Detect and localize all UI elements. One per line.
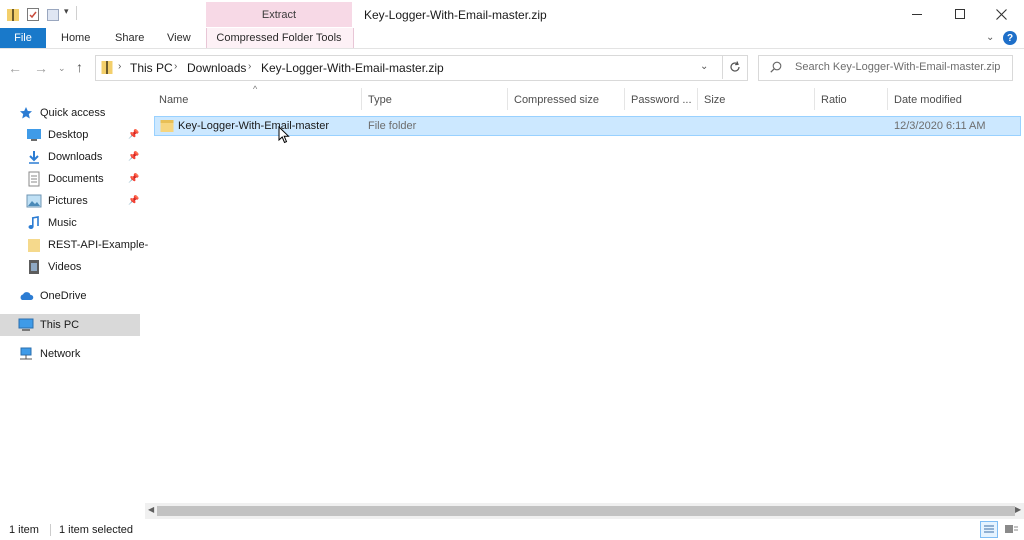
sidebar-item-label: Videos (48, 261, 82, 273)
scroll-left-icon[interactable]: ◀ (148, 505, 154, 514)
column-header-size[interactable]: Size (704, 94, 725, 106)
pin-icon[interactable]: 📌 (128, 151, 139, 162)
properties-icon[interactable] (26, 6, 40, 22)
column-divider[interactable] (814, 88, 815, 110)
sidebar-item-label: Documents (48, 173, 104, 185)
status-bar (0, 520, 1024, 540)
column-header-ratio[interactable]: Ratio (821, 94, 847, 106)
column-divider[interactable] (507, 88, 508, 110)
star-icon (18, 105, 34, 121)
sidebar-item-label: OneDrive (40, 290, 87, 302)
sidebar-item-documents[interactable]: Documents (26, 169, 104, 189)
status-divider (50, 524, 51, 536)
sidebar-item-label: REST-API-Example- (48, 239, 149, 251)
search-icon (770, 61, 782, 73)
computer-icon (18, 317, 34, 333)
new-folder-icon[interactable] (46, 6, 60, 22)
breadcrumb-separator[interactable]: › (174, 61, 177, 72)
chevron-down-icon[interactable]: ⌄ (700, 61, 708, 72)
folder-zip-icon (6, 6, 20, 22)
sidebar-item-downloads[interactable]: Downloads (26, 147, 102, 167)
documents-icon (26, 171, 42, 187)
scrollbar-thumb[interactable] (157, 506, 1015, 516)
column-divider[interactable] (887, 88, 888, 110)
details-view-button[interactable] (980, 521, 998, 538)
folder-icon (26, 237, 42, 253)
back-arrow-icon[interactable]: ← (8, 60, 22, 76)
column-divider[interactable] (361, 88, 362, 110)
sidebar-item-network[interactable]: Network (18, 344, 80, 364)
expand-ribbon-icon[interactable]: ⌄ (986, 32, 994, 43)
zip-folder-icon (101, 59, 113, 75)
maximize-button[interactable] (937, 0, 983, 28)
pin-icon[interactable]: 📌 (128, 129, 139, 140)
pin-icon[interactable]: 📌 (128, 195, 139, 206)
sidebar-item-desktop[interactable]: Desktop (26, 125, 88, 145)
sidebar-item-quick-access[interactable]: Quick access (18, 103, 105, 123)
large-icons-view-button[interactable] (1002, 521, 1020, 538)
search-placeholder: Search Key-Logger-With-Email-master.zip (795, 61, 1001, 73)
desktop-icon (26, 127, 42, 143)
file-name[interactable]: Key-Logger-With-Email-master (178, 120, 329, 132)
breadcrumb-separator[interactable]: › (248, 61, 251, 72)
pin-icon[interactable]: 📌 (128, 173, 139, 184)
sidebar-item-label: Pictures (48, 195, 88, 207)
sidebar-item-label: Music (48, 217, 77, 229)
sidebar-item-pictures[interactable]: Pictures (26, 191, 88, 211)
help-icon[interactable]: ? (1003, 31, 1017, 45)
sidebar-item-label: Downloads (48, 151, 103, 163)
file-type: File folder (368, 120, 417, 132)
window-title: Key-Logger-With-Email-master.zip (364, 8, 547, 22)
extract-tab[interactable]: Extract (206, 9, 352, 21)
sidebar-item-videos[interactable]: Videos (26, 257, 81, 277)
column-header-type[interactable]: Type (368, 94, 392, 106)
tab-share[interactable]: Share (115, 32, 144, 44)
sort-ascending-icon: ^ (253, 84, 258, 94)
pictures-icon (26, 193, 42, 209)
forward-arrow-icon[interactable]: → (34, 60, 48, 76)
sidebar-item-onedrive[interactable]: OneDrive (18, 286, 86, 306)
sidebar-item-label: Network (40, 348, 81, 360)
scroll-right-icon[interactable]: ▶ (1015, 505, 1021, 514)
toolbar-divider (76, 6, 77, 20)
breadcrumb-zip[interactable]: Key-Logger-With-Email-master.zip (261, 61, 444, 75)
folder-icon (160, 119, 174, 133)
column-divider[interactable] (624, 88, 625, 110)
column-header-compressed-size[interactable]: Compressed size (514, 94, 599, 106)
ribbon (0, 28, 1024, 49)
refresh-icon[interactable] (722, 55, 747, 79)
music-icon (26, 215, 42, 231)
sidebar-item-label: Desktop (48, 129, 89, 141)
column-divider[interactable] (697, 88, 698, 110)
file-date-modified: 12/3/2020 6:11 AM (894, 120, 986, 132)
column-header-date-modified[interactable]: Date modified (894, 94, 962, 106)
tab-home[interactable]: Home (61, 32, 90, 44)
tab-view[interactable]: View (167, 32, 191, 44)
network-icon (18, 346, 34, 362)
status-selected-count: 1 item selected (59, 524, 133, 536)
sidebar-item-rest-api-example[interactable]: REST-API-Example- (26, 235, 148, 255)
sidebar-item-this-pc[interactable]: This PC (18, 315, 79, 335)
sidebar-item-label: Quick access (40, 107, 106, 119)
customize-toolbar-icon[interactable]: ▾ (64, 6, 69, 17)
breadcrumb-separator[interactable]: › (118, 61, 121, 72)
column-header-password[interactable]: Password ... (631, 94, 692, 106)
tab-file[interactable]: File (0, 28, 46, 48)
recent-locations-icon[interactable]: ⌄ (58, 63, 66, 74)
mouse-cursor-icon (278, 126, 290, 144)
close-button[interactable] (978, 0, 1024, 28)
sidebar-item-label: This PC (40, 319, 80, 331)
column-header-name[interactable]: Name (159, 94, 188, 106)
cloud-icon (18, 288, 34, 304)
videos-icon (26, 259, 42, 275)
breadcrumb-downloads[interactable]: Downloads (187, 61, 246, 75)
up-arrow-icon[interactable]: ↑ (76, 59, 83, 75)
breadcrumb-this-pc[interactable]: This PC (130, 61, 173, 75)
minimize-button[interactable] (894, 0, 940, 28)
sidebar-item-music[interactable]: Music (26, 213, 77, 233)
status-item-count: 1 item (9, 524, 39, 536)
tab-compressed-folder-tools[interactable]: Compressed Folder Tools (206, 32, 352, 44)
download-icon (26, 149, 42, 165)
